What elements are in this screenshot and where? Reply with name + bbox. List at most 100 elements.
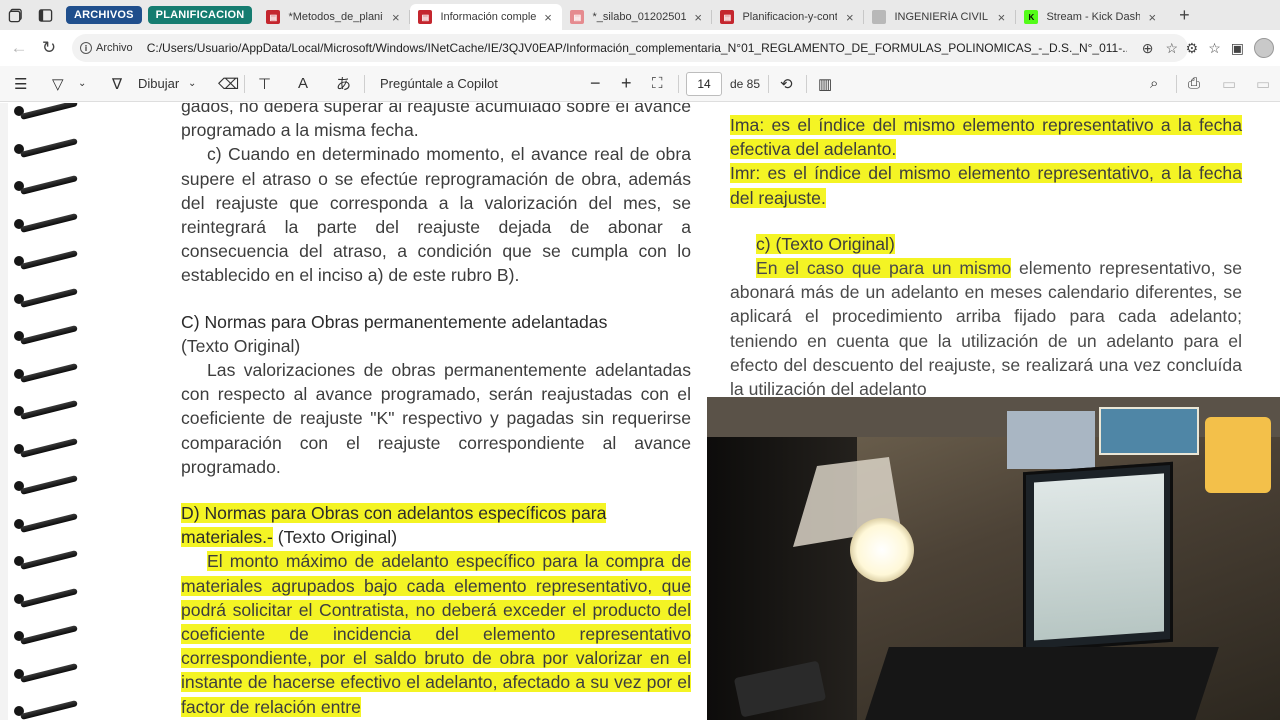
image-icon — [872, 10, 887, 24]
refresh-icon[interactable]: ↻ — [34, 33, 64, 63]
section-c-subtitle: (Texto Original) — [181, 335, 301, 356]
spiral-coil — [14, 700, 84, 720]
paragraph-b-end: gados, no deberá superar al reajuste acu… — [181, 103, 691, 141]
favorite-star-icon[interactable]: ☆ — [1165, 40, 1178, 57]
rotate-icon[interactable]: ⟲ — [780, 70, 793, 98]
webcam-laptop — [865, 647, 1219, 720]
definition-ima: Ima: es el índice del mismo elemento rep… — [730, 115, 1242, 160]
section-c-original-highlight: En el caso que para un mismo — [756, 258, 1012, 279]
search-icon[interactable]: ⌕ — [1150, 70, 1158, 98]
page-number-input[interactable]: 14 — [686, 72, 722, 96]
url-text[interactable]: C:/Users/Usuario/AppData/Local/Microsoft… — [147, 41, 1127, 55]
tab-informacion-complementaria[interactable]: ▤ Información complem × — [410, 4, 563, 30]
save-icon[interactable]: ▭ — [1222, 70, 1236, 98]
close-icon[interactable]: × — [389, 10, 402, 25]
spiral-coil — [14, 437, 84, 458]
pdf-icon: ▤ — [570, 10, 585, 24]
omnibox[interactable]: i Archivo C:/Users/Usuario/AppData/Local… — [72, 34, 1188, 62]
chevron-down-icon[interactable]: ⌄ — [188, 70, 196, 98]
spiral-coil — [14, 212, 84, 233]
chevron-down-icon[interactable]: ⌄ — [78, 70, 86, 98]
tab-group-planificacion[interactable]: PLANIFICACION — [147, 6, 253, 24]
webcam-overlay — [707, 397, 1280, 720]
new-tab-button[interactable]: + — [1172, 5, 1196, 26]
spiral-binding — [14, 103, 84, 720]
tab-title: *_silabo_01202501IC — [592, 11, 686, 23]
webcam-wall-decoration — [1205, 417, 1271, 493]
close-icon[interactable]: × — [692, 10, 704, 25]
tab-title: Planificacion-y-contr — [742, 11, 838, 23]
section-c-body: Las valorizaciones de obras permanenteme… — [181, 360, 691, 477]
draw-icon[interactable]: ∇ — [112, 70, 122, 98]
contents-icon[interactable]: ☰ — [14, 70, 27, 98]
workspaces-icon[interactable] — [0, 0, 30, 30]
close-icon[interactable]: × — [843, 10, 856, 25]
section-c-original-body: elemento representativo, se abonará más … — [730, 258, 1242, 400]
definition-imr: Imr: es el índice del mismo elemento rep… — [730, 163, 1242, 208]
page-gutter — [0, 103, 8, 720]
webcam-poster — [1007, 411, 1095, 469]
spiral-coil — [14, 287, 84, 308]
zoom-out-button[interactable]: − — [590, 70, 601, 98]
tab-silabo[interactable]: ▤ *_silabo_01202501IC × — [562, 4, 713, 30]
read-aloud-icon[interactable]: A — [298, 70, 308, 98]
page-total: de 85 — [730, 76, 761, 91]
spiral-coil — [14, 137, 84, 158]
highlight-icon[interactable]: ▽ — [52, 70, 64, 98]
tab-planificacion-control[interactable]: ▤ Planificacion-y-contr × — [712, 4, 865, 30]
print-icon[interactable]: ⎙ — [1188, 70, 1200, 98]
collections-icon[interactable]: ▣ — [1231, 40, 1244, 57]
address-bar: ← ↻ i Archivo C:/Users/Usuario/AppData/L… — [0, 30, 1280, 66]
section-c-heading: C) Normas para Obras permanentemente ade… — [181, 311, 608, 332]
webcam-monitor — [1023, 461, 1173, 653]
close-icon[interactable]: × — [1146, 10, 1158, 25]
favorites-icon[interactable]: ☆ — [1208, 40, 1221, 57]
fit-page-icon[interactable]: ⛶ — [652, 70, 663, 98]
translate-icon[interactable]: あ — [336, 70, 351, 98]
close-icon[interactable]: × — [994, 10, 1008, 25]
close-icon[interactable]: × — [542, 10, 555, 25]
eraser-icon[interactable]: ⌫ — [218, 70, 239, 98]
spiral-coil — [14, 400, 84, 420]
section-d-subtitle: (Texto Original) — [277, 527, 398, 548]
pdf-icon: ▤ — [418, 10, 433, 24]
tab-ingenieria-civil[interactable]: INGENIERÍA CIVIL × — [864, 4, 1017, 30]
tab-metodos[interactable]: ▤ *Metodos_de_planifi × — [258, 4, 411, 30]
text-box-icon[interactable]: ⊤ — [258, 70, 271, 98]
webcam-lamp-light — [850, 518, 914, 582]
spiral-coil — [14, 475, 84, 495]
spiral-coil — [14, 250, 84, 270]
draw-button[interactable]: Dibujar — [138, 70, 179, 98]
tab-kick-dashboard[interactable]: K Stream - Kick Dashbo × — [1016, 4, 1166, 30]
tab-group-archivos[interactable]: ARCHIVOS — [66, 6, 142, 24]
pdf-toolbar: ☰ ▽ ⌄ ∇ Dibujar ⌄ ⌫ ⊤ A あ Pregúntale a C… — [0, 66, 1280, 102]
tab-title: Información complem — [440, 11, 536, 23]
spiral-coil — [14, 325, 84, 345]
spiral-coil — [14, 103, 84, 120]
profile-avatar[interactable] — [1254, 38, 1274, 58]
extensions-icon[interactable]: ⚙ — [1186, 40, 1199, 57]
right-column: Ima: es el índice del mismo elemento rep… — [730, 113, 1242, 401]
left-column: gados, no deberá superar al reajuste acu… — [181, 103, 691, 719]
tab-actions-icon[interactable] — [30, 0, 60, 30]
tab-title: Stream - Kick Dashbo — [1046, 11, 1141, 23]
spiral-coil — [14, 362, 84, 383]
kick-icon: K — [1024, 10, 1039, 24]
tab-title: *Metodos_de_planifi — [288, 11, 384, 23]
section-d-body: El monto máximo de adelanto específico p… — [181, 551, 691, 717]
pdf-icon: ▤ — [720, 10, 735, 24]
pdf-icon: ▤ — [266, 10, 281, 24]
info-icon[interactable]: i — [80, 42, 92, 54]
spiral-coil — [14, 550, 84, 570]
tab-strip: ARCHIVOS PLANIFICACION ▤ *Metodos_de_pla… — [0, 0, 1280, 30]
copilot-button[interactable]: Pregúntale a Copilot — [380, 70, 498, 98]
zoom-in-button[interactable]: + — [621, 70, 632, 98]
section-c-original-heading: c) (Texto Original) — [756, 233, 895, 254]
save-as-icon[interactable]: ▭ — [1256, 70, 1270, 98]
spiral-coil — [14, 662, 84, 683]
back-icon[interactable]: ← — [4, 33, 34, 63]
spiral-coil — [14, 625, 84, 645]
zoom-icon[interactable]: ⊕ — [1142, 40, 1154, 57]
page-view-icon[interactable]: ▥ — [818, 70, 832, 98]
webcam-poster — [1099, 407, 1199, 455]
